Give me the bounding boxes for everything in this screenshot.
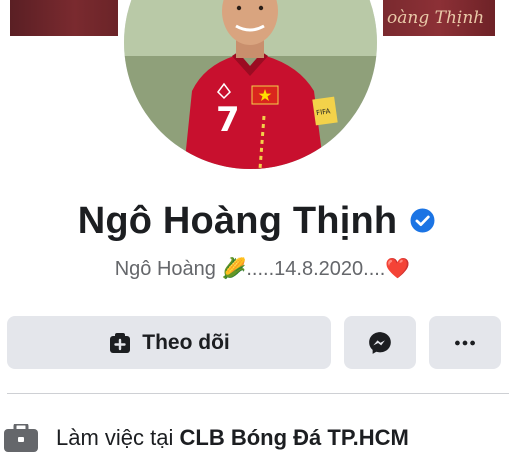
follow-button-label: Theo dõi: [142, 330, 230, 354]
profile-name: Ngô Hoàng Thịnh: [77, 200, 398, 242]
bio-date: .....14.8.2020....: [246, 258, 386, 280]
work-place-link[interactable]: CLB Bóng Đá TP.HCM: [180, 425, 409, 450]
corn-emoji: 🌽: [221, 258, 247, 280]
section-divider: [7, 393, 509, 394]
work-prefix: Làm việc tại: [56, 425, 180, 450]
follow-button[interactable]: Theo dõi: [7, 316, 331, 369]
briefcase-icon: [4, 424, 38, 452]
cover-signature: oàng Thịnh: [387, 8, 485, 28]
add-friend-icon: [110, 332, 131, 353]
cover-photo-right: oàng Thịnh: [383, 0, 495, 36]
messenger-button[interactable]: [344, 316, 416, 369]
intro-work-item: Làm việc tại CLB Bóng Đá TP.HCM: [0, 420, 525, 460]
more-horizontal-icon: [455, 340, 475, 345]
more-options-button[interactable]: [429, 316, 501, 369]
svg-text:7: 7: [216, 100, 240, 140]
avatar-photo: 7 FIFA: [124, 0, 377, 169]
bio-prefix: Ngô Hoàng: [114, 258, 222, 280]
messenger-icon: [369, 331, 391, 354]
work-text: Làm việc tại CLB Bóng Đá TP.HCM: [56, 425, 409, 451]
cover-photo-left: [10, 0, 118, 36]
profile-bio: Ngô Hoàng 🌽.....14.8.2020....❤️: [0, 256, 525, 281]
verified-badge-icon: [410, 208, 435, 233]
heart-emoji: ❤️: [385, 258, 411, 280]
avatar[interactable]: 7 FIFA: [124, 0, 377, 169]
